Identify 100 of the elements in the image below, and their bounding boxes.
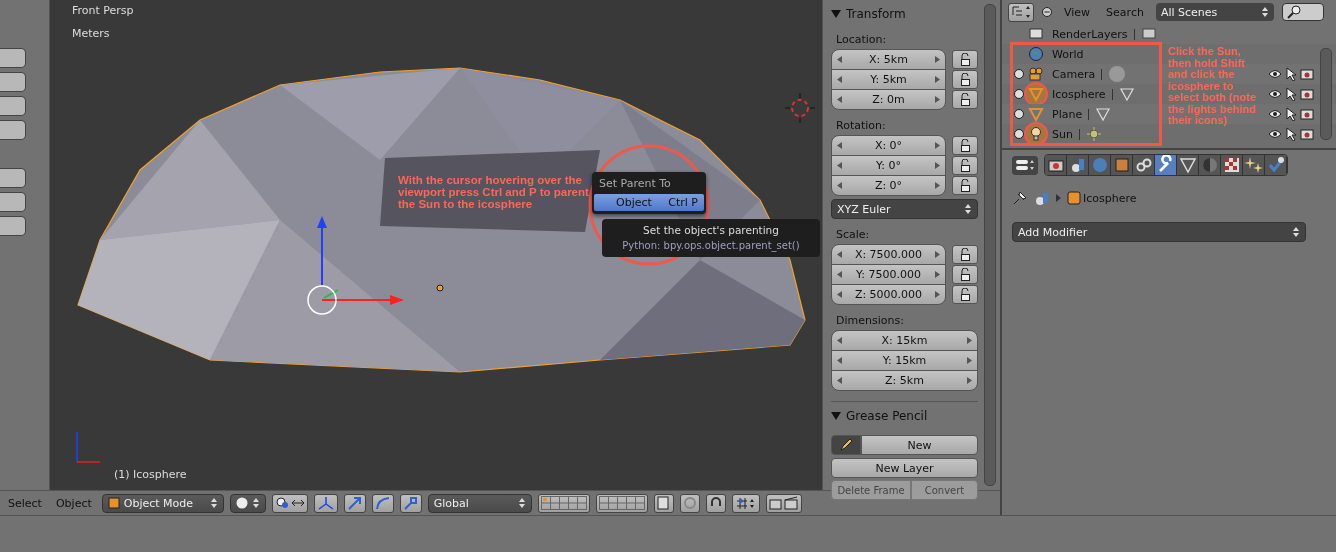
toolshelf-button[interactable] [0,192,26,212]
properties-tab[interactable] [1221,155,1243,175]
layer-grid[interactable] [595,493,648,513]
object-type-badge[interactable] [1026,124,1046,144]
header-menu[interactable]: Select [4,496,46,510]
number-field[interactable]: X: 5km [831,49,946,70]
right-arrow-icon [935,76,940,83]
toolshelf-button[interactable] [0,168,26,188]
outliner-item[interactable]: Sun [1052,127,1073,141]
editor-type-button[interactable] [1012,155,1038,175]
triangle-icon [1028,106,1044,122]
properties-tab[interactable] [1243,155,1265,175]
search-field[interactable] [1281,3,1324,21]
snap-toggle[interactable] [705,493,726,513]
outliner-item[interactable]: Plane [1052,107,1083,121]
toolshelf-button[interactable] [0,96,26,116]
shading-dropdown[interactable] [229,493,266,513]
scale-toggle[interactable] [399,493,422,513]
lock-toggle[interactable] [952,265,978,284]
grease-pencil-button[interactable]: New [861,435,978,455]
rotate-toggle[interactable] [371,493,394,513]
toolshelf-button[interactable] [0,216,26,236]
pivot-button[interactable] [271,493,308,513]
breadcrumb-object[interactable]: Icosphere [1083,191,1137,205]
left-arrow-icon [837,96,842,103]
number-field[interactable]: Z: 0° [831,175,946,196]
scrollbar[interactable] [984,4,996,486]
manipulator-toggle[interactable] [313,493,338,513]
padlock-icon [959,248,971,261]
proportional-toggle[interactable] [679,493,700,513]
lock-toggle[interactable] [952,245,978,264]
header-menu[interactable]: Search [1102,5,1148,19]
outliner-item[interactable]: Camera [1052,67,1096,81]
translate-toggle[interactable] [343,493,366,513]
up-down-arrows-icon [964,203,972,215]
header-menu[interactable]: View [1060,5,1095,19]
toolshelf-button[interactable] [0,48,26,68]
properties-tab[interactable] [1177,155,1199,175]
lock-toggle[interactable] [952,156,978,175]
right-arrow-icon [935,271,940,278]
number-field[interactable]: X: 0° [831,135,946,156]
header-menu[interactable]: Object [51,496,96,510]
rotation-mode-dropdown[interactable]: XYZ Euler [831,199,978,219]
orientation-dropdown[interactable]: Global [427,493,532,513]
number-field[interactable]: Y: 5km [831,69,946,90]
object-type-badge[interactable] [1026,44,1046,64]
outliner-item[interactable]: RenderLayers [1052,27,1128,41]
sun-icon [1085,126,1102,142]
snap-element-dropdown[interactable] [731,493,760,513]
toolshelf-button[interactable] [0,120,26,140]
scrollbar[interactable] [1320,48,1332,140]
menu-item[interactable]: Object Ctrl P [594,194,704,211]
group-label: Dimensions: [836,314,905,327]
layer-grid[interactable] [537,493,590,513]
number-field[interactable]: Z: 5km [831,370,978,391]
3d-viewport[interactable] [50,0,822,490]
lock-toggle[interactable] [952,70,978,89]
number-field[interactable]: X: 7500.000 [831,244,946,265]
mode-dropdown[interactable]: Object Mode [101,493,224,513]
add-modifier-dropdown[interactable]: Add Modifier [1012,222,1306,242]
pencil-button[interactable] [831,435,861,455]
number-field[interactable]: Y: 15km [831,350,978,371]
left-arrow-icon [837,291,842,298]
number-field[interactable]: Z: 0m [831,89,946,110]
collapse-icon[interactable] [831,10,841,18]
lock-toggle[interactable] [952,176,978,195]
lock-toggle[interactable] [952,90,978,109]
panel-title[interactable]: Transform [846,7,906,21]
object-type-badge[interactable] [1026,64,1046,84]
camera-icon [1028,66,1044,82]
panel-title[interactable]: Grease Pencil [846,409,928,423]
properties-tab[interactable] [1133,155,1155,175]
outliner-item[interactable]: Icosphere [1052,87,1106,101]
outliner-item[interactable]: World [1052,47,1084,61]
up-down-arrows-icon [1292,226,1300,238]
properties-tab[interactable] [1265,155,1287,175]
left-arrow-icon [837,56,842,63]
number-field[interactable]: Y: 7500.000 [831,264,946,285]
axes-icon [316,496,335,510]
lock-toggle[interactable] [952,285,978,304]
object-origin-dot [436,284,444,292]
lock-toggle[interactable] [952,50,978,69]
collapse-icon[interactable] [831,412,841,420]
number-field[interactable]: Z: 5000.000 [831,284,946,305]
number-field[interactable]: X: 15km [831,330,978,351]
properties-tab[interactable] [1067,155,1089,175]
properties-tab[interactable] [1045,155,1067,175]
sphere-icon [235,497,248,509]
padlock-icon [959,159,971,172]
camera-icon [768,496,799,510]
render-buttons[interactable] [765,493,802,513]
lock-toggle[interactable] [952,136,978,155]
toolshelf-button[interactable] [0,72,26,92]
scene-dropdown[interactable]: All Scenes [1155,3,1274,21]
editor-type-button[interactable] [1008,2,1034,22]
number-field[interactable]: Y: 0° [831,155,946,176]
lock-scene-toggle[interactable] [653,493,674,513]
grease-pencil-button[interactable]: New Layer [831,458,978,478]
properties-tab[interactable] [1155,155,1177,175]
arrow-icon [346,496,363,510]
